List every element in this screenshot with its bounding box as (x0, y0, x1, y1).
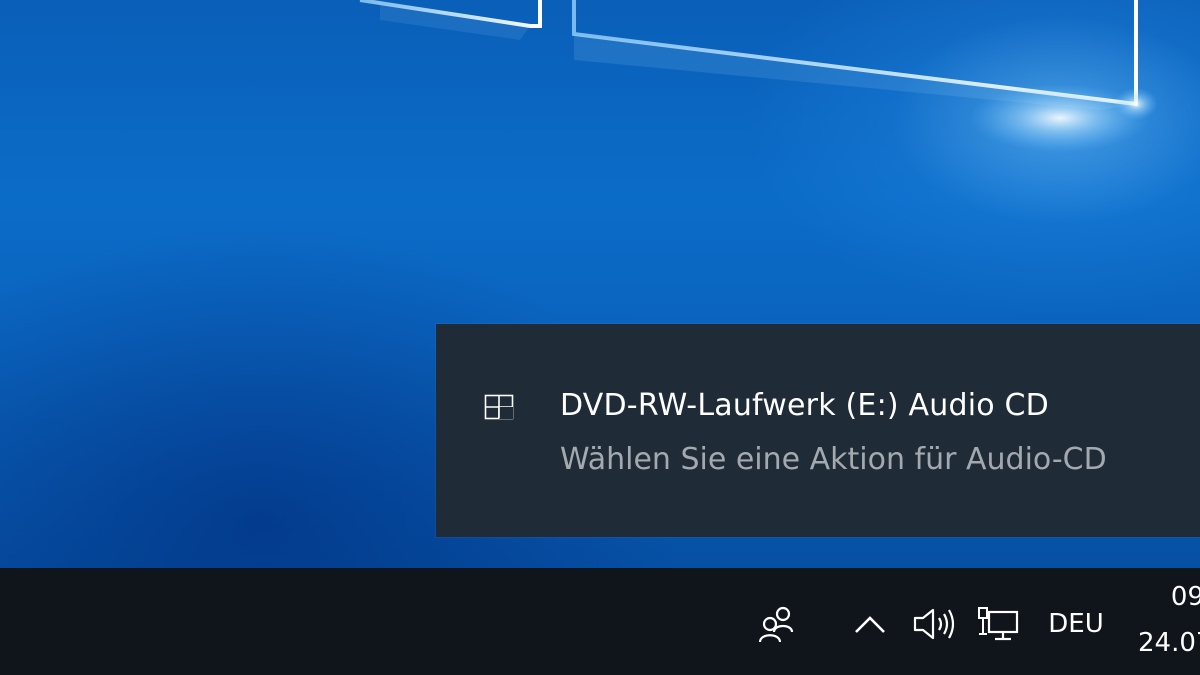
clock-time: 09 (1170, 582, 1200, 612)
notification-title: DVD-RW-Laufwerk (E:) Audio CD (560, 388, 1049, 423)
network-wired-icon[interactable] (972, 600, 1024, 648)
notification-message: Wählen Sie eine Aktion für Audio-CD (560, 442, 1107, 477)
drive-autoplay-icon (484, 394, 514, 420)
people-icon[interactable] (750, 598, 802, 650)
input-language-indicator[interactable]: DEU (1042, 600, 1110, 648)
autoplay-notification[interactable] (436, 324, 1200, 537)
speaker-icon[interactable] (906, 600, 960, 648)
clock-date: 24.07 (1138, 628, 1200, 658)
clock[interactable]: 09 24.07 (1130, 578, 1200, 674)
chevron-up-icon[interactable] (848, 602, 892, 646)
